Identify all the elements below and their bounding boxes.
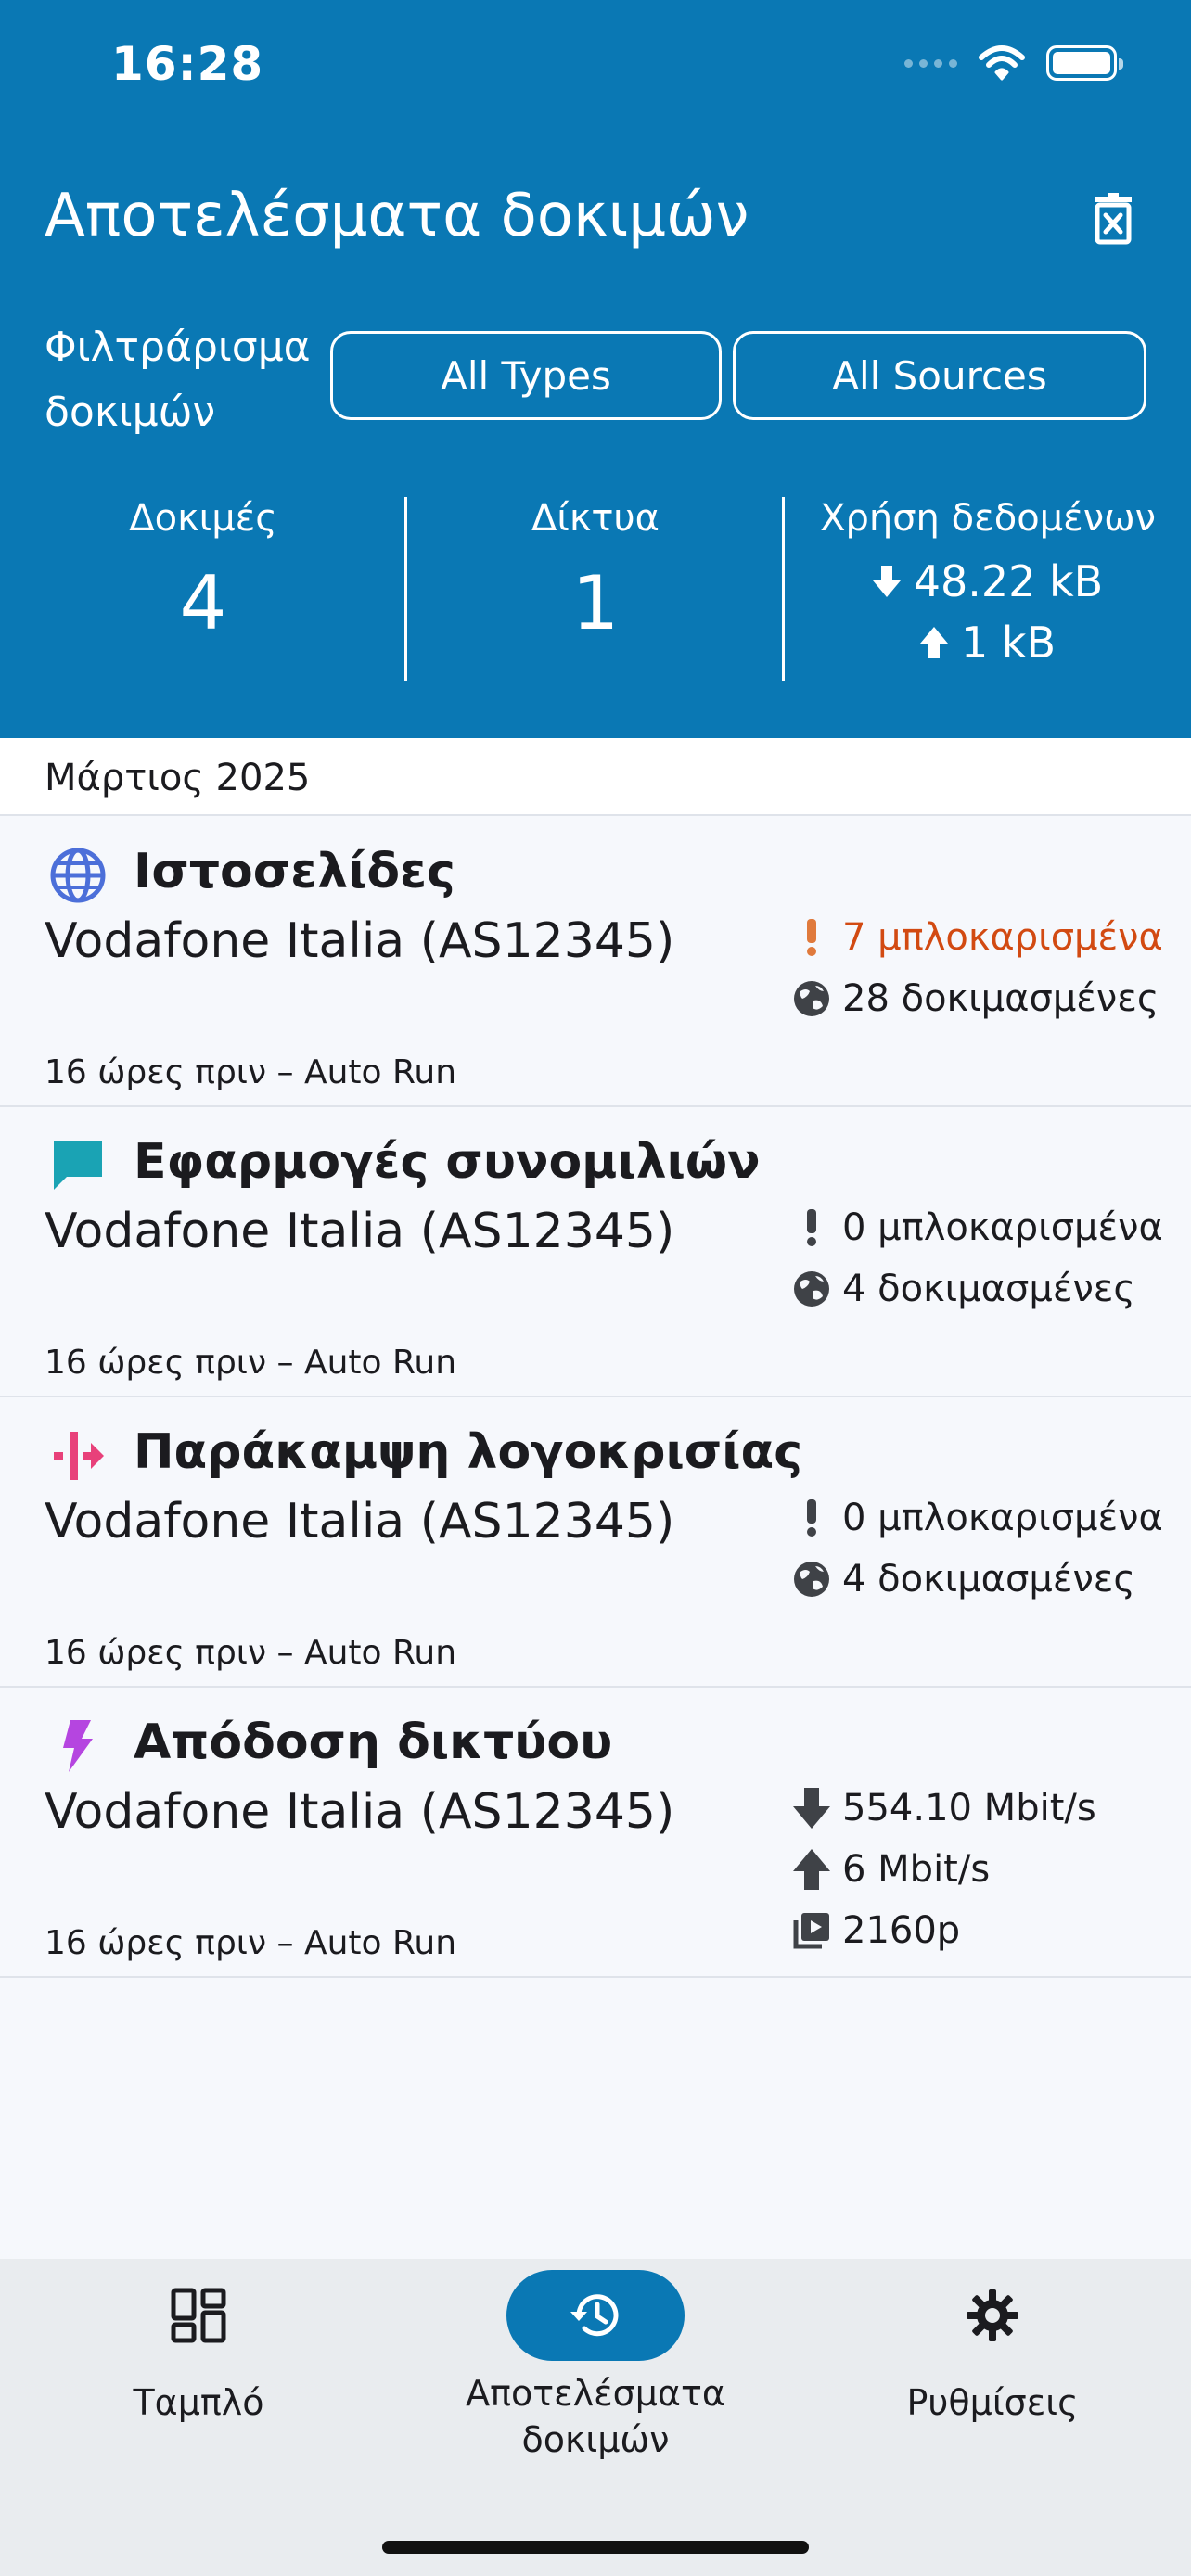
nav-label: Αποτελέσματα δοκιμών	[466, 2373, 725, 2460]
lightning-icon	[48, 1716, 108, 1776]
tests-stat: Δοκιμές 4	[0, 493, 406, 682]
networks-stat: Δίκτυα 1	[406, 493, 785, 682]
gear-icon	[967, 2289, 1018, 2341]
upload-arrow-icon	[919, 627, 948, 658]
signal-dots-icon	[904, 58, 957, 68]
blocked-count: 0 μπλοκαρισμένα	[842, 1206, 1163, 1249]
active-indicator	[506, 2270, 685, 2361]
battery-icon	[1046, 45, 1123, 81]
result-meta: 16 ώρες πριν – Auto Run	[45, 1924, 457, 1962]
result-card-circumvention[interactable]: Παράκαμψη λογοκρισίας Vodafone Italia (A…	[0, 1398, 1191, 1688]
result-stats: 0 μπλοκαρισμένα 4 δοκιμασμένες	[788, 1487, 1163, 1610]
tests-label: Δοκιμές	[129, 497, 277, 540]
month-label: Μάρτιος 2025	[45, 757, 311, 799]
status-icons	[904, 45, 1123, 82]
exclamation-icon	[788, 1205, 835, 1251]
header: 16:28 Αποτελέσματα δοκιμών Φιλτράρισμα δ…	[0, 0, 1191, 738]
globe-icon	[48, 846, 108, 905]
result-network: Vodafone Italia (AS12345)	[45, 1494, 675, 1549]
world-icon	[788, 976, 835, 1022]
tested-count: 4 δοκιμασμένες	[842, 1558, 1135, 1600]
history-icon	[570, 2294, 619, 2337]
nav-dashboard[interactable]: Ταμπλό	[0, 2259, 397, 2537]
result-meta: 16 ώρες πριν – Auto Run	[45, 1344, 457, 1382]
upload-arrow-icon	[788, 1846, 835, 1893]
month-header: Μάρτιος 2025	[0, 738, 1191, 816]
video-icon	[788, 1907, 835, 1954]
filter-types-button[interactable]: All Types	[330, 331, 722, 420]
blocked-count: 0 μπλοκαρισμένα	[842, 1497, 1163, 1539]
world-icon	[788, 1266, 835, 1312]
video-quality: 2160p	[842, 1909, 961, 1952]
download-arrow-icon	[788, 1785, 835, 1831]
exclamation-icon	[788, 1495, 835, 1541]
download-speed: 554.10 Mbit/s	[842, 1787, 1096, 1830]
result-meta: 16 ώρες πριν – Auto Run	[45, 1634, 457, 1672]
blocked-count: 7 μπλοκαρισμένα	[842, 916, 1163, 959]
download-arrow-icon	[872, 566, 901, 597]
filter-label: Φιλτράρισμα δοκιμών	[45, 324, 311, 436]
tested-count: 4 δοκιμασμένες	[842, 1268, 1135, 1310]
trash-icon	[1095, 193, 1132, 245]
result-title: Παράκαμψη λογοκρισίας	[134, 1424, 803, 1480]
result-network: Vodafone Italia (AS12345)	[45, 1784, 675, 1840]
nav-settings[interactable]: Ρυθμίσεις	[794, 2259, 1191, 2537]
result-card-instant-messaging[interactable]: Εφαρμογές συνομιλιών Vodafone Italia (AS…	[0, 1108, 1191, 1397]
networks-label: Δίκτυα	[531, 497, 660, 540]
result-card-performance[interactable]: Απόδοση δικτύου Vodafone Italia (AS12345…	[0, 1689, 1191, 1978]
status-time: 16:28	[111, 37, 264, 91]
bottom-navigation: Ταμπλό Αποτελέσματα δοκιμών Ρυθμίσεις	[0, 2259, 1191, 2576]
networks-value: 1	[571, 560, 620, 646]
tests-value: 4	[179, 560, 227, 646]
summary-stats: Δοκιμές 4 Δίκτυα 1 Χρήση δεδομένων 48.22…	[0, 493, 1191, 682]
result-title: Εφαρμογές συνομιλιών	[134, 1134, 761, 1190]
result-network: Vodafone Italia (AS12345)	[45, 1204, 675, 1259]
data-usage-stat: Χρήση δεδομένων 48.22 kB 1 kB	[785, 493, 1191, 682]
result-title: Ιστοσελίδες	[134, 844, 455, 899]
circumvention-icon	[48, 1426, 108, 1486]
data-download-value: 48.22 kB	[913, 556, 1104, 606]
result-meta: 16 ώρες πριν – Auto Run	[45, 1053, 457, 1091]
nav-label: Ταμπλό	[133, 2382, 264, 2423]
result-stats: 0 μπλοκαρισμένα 4 δοκιμασμένες	[788, 1197, 1163, 1320]
home-indicator[interactable]	[382, 2541, 809, 2554]
result-title: Απόδοση δικτύου	[134, 1715, 613, 1770]
page-title: Αποτελέσματα δοκιμών	[45, 182, 749, 250]
result-network: Vodafone Italia (AS12345)	[45, 913, 675, 969]
dashboard-icon	[171, 2288, 226, 2343]
chat-icon	[48, 1136, 108, 1195]
exclamation-icon	[788, 914, 835, 961]
world-icon	[788, 1556, 835, 1602]
upload-speed: 6 Mbit/s	[842, 1848, 991, 1891]
result-stats: 554.10 Mbit/s 6 Mbit/s 2160p	[788, 1778, 1096, 1961]
nav-label: Ρυθμίσεις	[906, 2382, 1079, 2423]
data-usage-label: Χρήση δεδομένων	[820, 497, 1156, 540]
delete-button[interactable]	[1083, 189, 1143, 249]
tested-count: 28 δοκιμασμένες	[842, 977, 1159, 1020]
wifi-icon	[979, 45, 1025, 81]
filter-sources-button[interactable]: All Sources	[733, 331, 1146, 420]
nav-test-results[interactable]: Αποτελέσματα δοκιμών	[397, 2259, 794, 2537]
data-upload-value: 1 kB	[960, 618, 1057, 668]
result-stats: 7 μπλοκαρισμένα 28 δοκιμασμένες	[788, 907, 1163, 1029]
result-card-websites[interactable]: Ιστοσελίδες Vodafone Italia (AS12345) 16…	[0, 818, 1191, 1107]
